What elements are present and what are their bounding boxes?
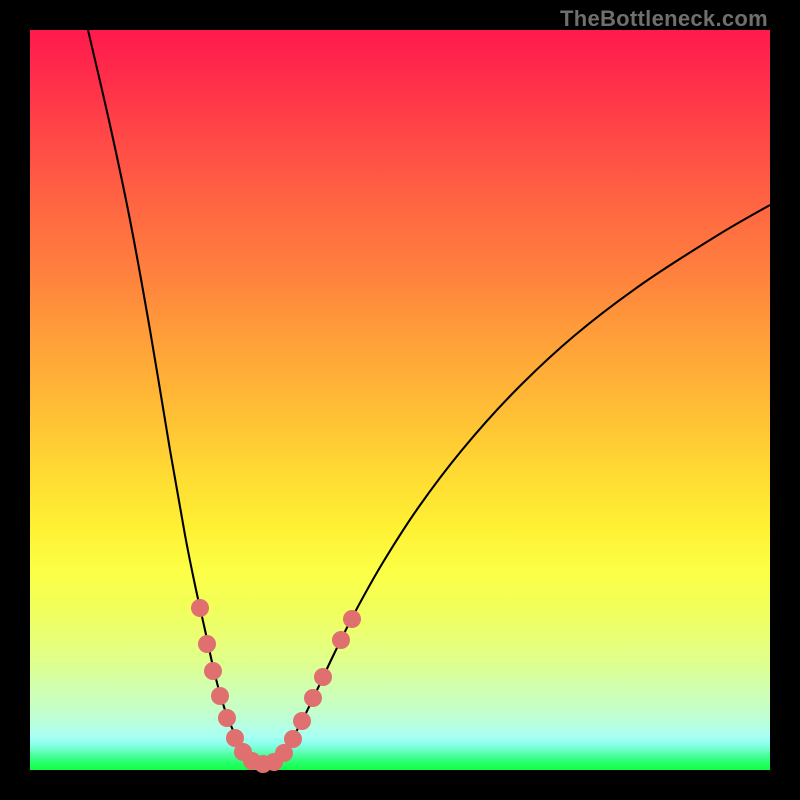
curve-left-branch xyxy=(88,30,253,763)
curve-dot xyxy=(191,599,209,617)
watermark-text: TheBottleneck.com xyxy=(560,6,768,32)
curve-dot xyxy=(204,662,222,680)
curve-dot xyxy=(198,635,216,653)
curve-dot xyxy=(218,709,236,727)
curve-dot xyxy=(304,689,322,707)
curve-dot xyxy=(284,730,302,748)
curve-dot xyxy=(314,668,332,686)
curve-right-branch xyxy=(273,205,770,763)
curve-dot xyxy=(293,712,311,730)
curve-dot xyxy=(343,610,361,628)
curve-dot xyxy=(332,631,350,649)
curve-dots-group xyxy=(191,599,361,773)
chart-svg xyxy=(30,30,770,770)
curve-dot xyxy=(211,687,229,705)
